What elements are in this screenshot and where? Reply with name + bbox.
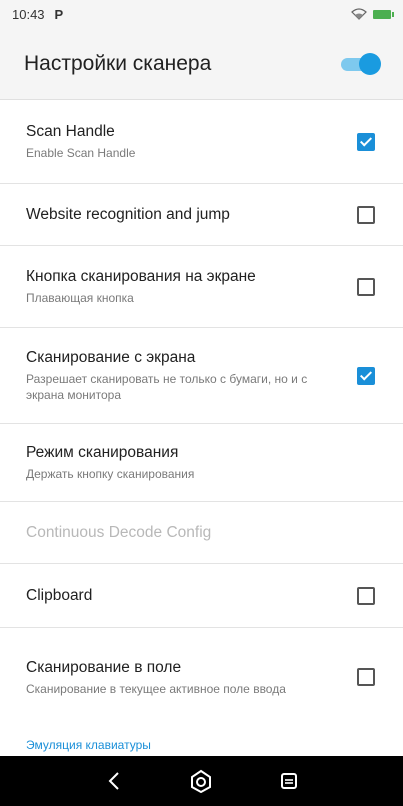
app-bar: Настройки сканера — [0, 28, 403, 100]
scanner-master-switch[interactable] — [341, 52, 381, 75]
setting-subtitle: Держать кнопку сканирования — [26, 467, 195, 481]
back-icon — [108, 772, 119, 790]
status-icons — [351, 8, 394, 20]
setting-subtitle: Сканирование в текущее активное поле вво… — [26, 681, 286, 696]
setting-title: Кнопка сканирования на экране — [26, 268, 256, 285]
switch-thumb — [359, 52, 381, 75]
page-title: Настройки сканера — [24, 51, 212, 75]
status-time: 10:43 — [12, 6, 45, 22]
battery-icon — [373, 9, 394, 19]
screen-scanning-checkbox[interactable] — [357, 366, 375, 385]
setting-title: Режим сканирования — [26, 444, 179, 461]
status-bar: 10:43 P — [0, 0, 403, 28]
navigation-bar — [0, 756, 403, 806]
scan-to-field-checkbox[interactable] — [357, 668, 375, 686]
setting-onscreen-scan-button[interactable]: Кнопка сканирования на экране Плавающая … — [0, 246, 403, 328]
nav-back-button[interactable] — [99, 766, 129, 796]
setting-title: Continuous Decode Config — [26, 523, 212, 541]
nav-recents-button[interactable] — [274, 766, 304, 796]
recents-icon — [281, 773, 298, 789]
setting-scan-handle[interactable]: Scan Handle Enable Scan Handle — [0, 100, 403, 184]
onscreen-scan-button-checkbox[interactable] — [357, 277, 375, 296]
notification-icon: P — [54, 6, 64, 22]
setting-screen-scanning[interactable]: Сканирование с экрана Разрешает сканиров… — [0, 328, 403, 424]
setting-scan-mode[interactable]: Режим сканирования Держать кнопку сканир… — [0, 424, 403, 502]
setting-title: Сканирование с экрана — [26, 349, 196, 366]
website-recognition-checkbox[interactable] — [357, 205, 375, 224]
setting-title: Scan Handle — [26, 123, 115, 140]
setting-subtitle: Плавающая кнопка — [26, 291, 134, 305]
home-icon — [191, 769, 212, 793]
setting-title: Сканирование в поле — [26, 658, 182, 676]
scan-handle-checkbox[interactable] — [357, 132, 375, 151]
nav-home-button[interactable] — [186, 766, 216, 796]
wifi-icon — [351, 8, 367, 20]
setting-title: Website recognition and jump — [26, 205, 230, 223]
setting-continuous-decode: Continuous Decode Config — [0, 502, 403, 564]
section-header-keyboard-emulation: Эмуляция клавиатуры — [26, 738, 151, 752]
clipboard-checkbox[interactable] — [357, 586, 375, 605]
setting-title: Clipboard — [26, 586, 93, 604]
settings-list: Scan Handle Enable Scan Handle Website r… — [0, 100, 403, 726]
setting-scan-to-field[interactable]: Сканирование в поле Сканирование в текущ… — [0, 628, 403, 726]
setting-clipboard[interactable]: Clipboard — [0, 564, 403, 628]
setting-subtitle: Разрешает сканировать не только с бумаги… — [26, 372, 308, 402]
setting-subtitle: Enable Scan Handle — [26, 146, 136, 160]
setting-website-recognition[interactable]: Website recognition and jump — [0, 184, 403, 246]
